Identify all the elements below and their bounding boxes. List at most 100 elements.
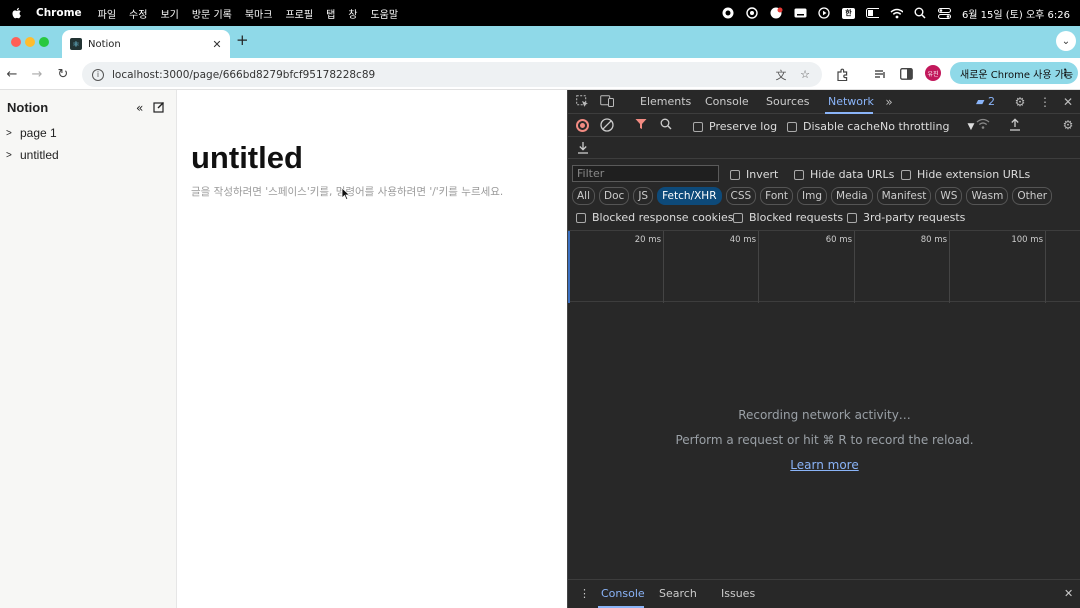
- blocked-requests-option[interactable]: Blocked requests: [733, 211, 843, 224]
- filter-chip-ws[interactable]: WS: [935, 187, 963, 205]
- clear-icon[interactable]: [599, 118, 615, 135]
- disable-cache-option[interactable]: Disable cache: [787, 120, 880, 133]
- window-zoom-button[interactable]: [39, 37, 49, 47]
- devtools-tab-elements[interactable]: Elements: [640, 95, 691, 108]
- search-icon[interactable]: [658, 118, 674, 133]
- third-party-checkbox[interactable]: [847, 212, 857, 223]
- issues-badge[interactable]: ▰ 2: [976, 95, 995, 108]
- chatgpt-icon[interactable]: [746, 7, 759, 20]
- back-arrow-icon[interactable]: ←: [3, 65, 21, 83]
- blocked-cookies-option[interactable]: Blocked response cookies: [576, 211, 734, 224]
- invert-checkbox[interactable]: [730, 169, 740, 180]
- filter-chip-all[interactable]: All: [572, 187, 596, 205]
- export-har-icon[interactable]: [575, 141, 591, 157]
- filter-chip-doc[interactable]: Doc: [599, 187, 630, 205]
- menu-history[interactable]: 방문 기록: [192, 6, 232, 21]
- filter-chip-js[interactable]: JS: [633, 187, 654, 205]
- hide-data-urls-checkbox[interactable]: [794, 169, 804, 180]
- import-har-icon[interactable]: [1007, 118, 1023, 134]
- control-center-icon[interactable]: [937, 7, 951, 20]
- media-controls-icon[interactable]: [872, 66, 888, 82]
- spotlight-search-icon[interactable]: [914, 7, 927, 20]
- drawer-tab-console[interactable]: Console: [601, 587, 645, 600]
- device-toolbar-icon[interactable]: [599, 95, 615, 110]
- devtools-tab-console[interactable]: Console: [705, 95, 749, 108]
- wifi-icon[interactable]: [890, 7, 903, 20]
- menu-tab[interactable]: 탭: [326, 6, 335, 21]
- address-bar[interactable]: i localhost:3000/page/666bd8279bfcf95178…: [82, 62, 822, 87]
- tab-search-chevron-icon[interactable]: ⌄: [1056, 31, 1076, 51]
- devtools-tab-sources[interactable]: Sources: [766, 95, 810, 108]
- input-source-icon[interactable]: 한: [841, 7, 855, 19]
- menu-file[interactable]: 파일: [98, 6, 116, 21]
- filter-chip-css[interactable]: CSS: [725, 187, 757, 205]
- more-tabs-chevron-icon[interactable]: »: [881, 95, 897, 109]
- notification-app-icon[interactable]: [770, 7, 783, 20]
- close-drawer-icon[interactable]: ✕: [1064, 587, 1073, 600]
- reload-icon[interactable]: ↻: [54, 65, 72, 83]
- translate-icon[interactable]: 文: [774, 67, 788, 83]
- chevron-right-icon[interactable]: >: [6, 128, 16, 139]
- new-page-icon[interactable]: [153, 101, 165, 116]
- drawer-menu-icon[interactable]: ⋮: [579, 587, 590, 600]
- filter-chip-wasm[interactable]: Wasm: [966, 187, 1009, 205]
- new-tab-button[interactable]: +: [236, 31, 249, 49]
- keyboard-icon[interactable]: [794, 7, 807, 20]
- profile-avatar[interactable]: 유진: [925, 65, 941, 81]
- side-panel-icon[interactable]: [898, 66, 914, 82]
- hide-extension-urls-checkbox[interactable]: [901, 169, 911, 180]
- page-title[interactable]: untitled: [191, 140, 303, 176]
- filter-chip-other[interactable]: Other: [1012, 187, 1053, 205]
- filter-chip-fetch-xhr[interactable]: Fetch/XHR: [657, 187, 722, 205]
- menu-edit[interactable]: 수정: [129, 6, 147, 21]
- address-url[interactable]: localhost:3000/page/666bd8279bfcf9517822…: [112, 69, 774, 81]
- hide-extension-urls-option[interactable]: Hide extension URLs: [901, 168, 1030, 181]
- browser-tab-notion[interactable]: ⚛ Notion ✕: [62, 30, 230, 58]
- inspect-element-icon[interactable]: [574, 95, 590, 111]
- chevron-right-icon[interactable]: >: [6, 150, 16, 161]
- sidebar-page-item[interactable]: > page 1: [6, 126, 57, 140]
- filter-chip-media[interactable]: Media: [831, 187, 873, 205]
- learn-more-link[interactable]: Learn more: [790, 458, 858, 472]
- apple-icon[interactable]: [10, 6, 24, 20]
- drawer-tab-issues[interactable]: Issues: [721, 587, 755, 600]
- forward-arrow-icon[interactable]: →: [28, 65, 46, 83]
- network-conditions-icon[interactable]: [975, 118, 991, 133]
- tab-close-icon[interactable]: ✕: [210, 38, 224, 51]
- site-info-icon[interactable]: i: [92, 68, 104, 81]
- menu-profiles[interactable]: 프로필: [285, 6, 313, 21]
- throttling-select[interactable]: No throttling ▼: [880, 120, 974, 133]
- network-settings-gear-icon[interactable]: ⚙: [1060, 118, 1076, 132]
- third-party-option[interactable]: 3rd-party requests: [847, 211, 965, 224]
- network-filter-input[interactable]: Filter: [572, 165, 719, 182]
- preserve-log-checkbox[interactable]: [693, 121, 703, 132]
- preserve-log-option[interactable]: Preserve log: [693, 120, 777, 133]
- menu-help[interactable]: 도움말: [370, 6, 398, 21]
- window-minimize-button[interactable]: [25, 37, 35, 47]
- chrome-update-button[interactable]: 새로운 Chrome 사용 가능 ⋮: [950, 62, 1078, 84]
- extensions-puzzle-icon[interactable]: [834, 66, 850, 82]
- battery-icon[interactable]: [865, 7, 879, 20]
- bookmark-star-icon[interactable]: ☆: [798, 68, 812, 81]
- collapse-sidebar-icon[interactable]: «: [136, 101, 143, 115]
- filter-funnel-icon[interactable]: [633, 118, 649, 133]
- sidebar-page-item[interactable]: > untitled: [6, 148, 59, 162]
- invert-option[interactable]: Invert: [730, 168, 778, 181]
- window-close-button[interactable]: [11, 37, 21, 47]
- menu-window[interactable]: 창: [348, 6, 357, 21]
- close-devtools-icon[interactable]: ✕: [1060, 95, 1076, 109]
- blocked-requests-checkbox[interactable]: [733, 212, 743, 223]
- filter-chip-manifest[interactable]: Manifest: [876, 187, 932, 205]
- record-status-icon[interactable]: [722, 7, 735, 20]
- settings-gear-icon[interactable]: ⚙: [1012, 95, 1028, 109]
- play-circle-icon[interactable]: [818, 7, 831, 20]
- hide-data-urls-option[interactable]: Hide data URLs: [794, 168, 894, 181]
- network-timeline-overview[interactable]: 20 ms 40 ms 60 ms 80 ms 100 ms: [568, 230, 1080, 303]
- menu-bookmarks[interactable]: 북마크: [245, 6, 273, 21]
- menu-view[interactable]: 보기: [160, 6, 178, 21]
- blocked-cookies-checkbox[interactable]: [576, 212, 586, 223]
- filter-chip-img[interactable]: Img: [797, 187, 828, 205]
- disable-cache-checkbox[interactable]: [787, 121, 797, 132]
- menubar-app-name[interactable]: Chrome: [36, 7, 82, 19]
- devtools-more-icon[interactable]: ⋮: [1037, 95, 1053, 109]
